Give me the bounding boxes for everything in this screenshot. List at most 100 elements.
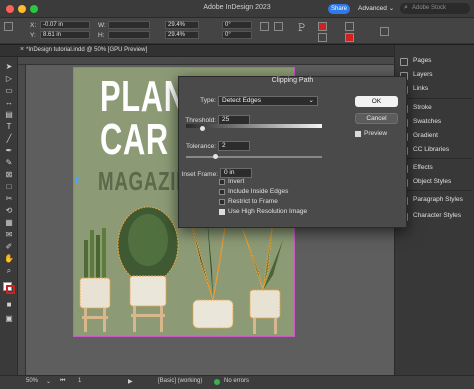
scale-x-field[interactable]: 29.4% bbox=[165, 21, 199, 29]
horizontal-ruler bbox=[18, 57, 394, 65]
align-icon[interactable] bbox=[380, 27, 389, 36]
y-label: Y: bbox=[30, 32, 36, 39]
plant-4 bbox=[242, 219, 283, 334]
panel-item-gradient[interactable]: Gradient bbox=[413, 132, 438, 139]
gap-tool-icon[interactable]: ↔ bbox=[4, 98, 14, 108]
plant-1 bbox=[79, 228, 111, 332]
preflight-status-icon bbox=[214, 379, 220, 385]
inset-frame-label: Inset Frame: bbox=[181, 171, 218, 178]
ok-button[interactable]: OK bbox=[355, 96, 398, 107]
panel-separator bbox=[396, 98, 472, 99]
type-tool-icon[interactable]: T bbox=[4, 122, 14, 132]
preflight-profile[interactable]: [Basic] (working) bbox=[158, 378, 202, 384]
x-label: X: bbox=[30, 22, 37, 29]
note-tool-icon[interactable]: ✉ bbox=[4, 230, 14, 240]
panel-separator bbox=[396, 190, 472, 191]
frame-fitting-icon[interactable] bbox=[345, 22, 354, 31]
threshold-slider-handle[interactable] bbox=[199, 126, 205, 131]
tolerance-field[interactable]: 2 bbox=[218, 141, 250, 151]
type-select[interactable]: Detect Edges ⌄ bbox=[218, 96, 318, 106]
pen-tool-icon[interactable]: ✒ bbox=[4, 146, 14, 156]
panel-item-paragraph-styles[interactable]: Paragraph Styles bbox=[413, 196, 463, 203]
panel-item-pages[interactable]: Pages bbox=[413, 57, 431, 64]
share-button[interactable]: Share bbox=[328, 4, 350, 14]
direct-selection-tool-icon[interactable]: ▷ bbox=[4, 74, 14, 84]
content-collector-icon[interactable]: ▤ bbox=[4, 110, 14, 120]
preflight-errors[interactable]: No errors bbox=[224, 378, 249, 384]
panel-item-object-styles[interactable]: Object Styles bbox=[413, 178, 451, 185]
option-checkbox[interactable] bbox=[219, 209, 225, 215]
height-field[interactable] bbox=[108, 31, 150, 39]
option-label: Include Inside Edges bbox=[228, 188, 289, 195]
first-page-icon[interactable]: ⏮ bbox=[60, 378, 65, 385]
stroke-color-icon[interactable] bbox=[345, 33, 354, 42]
page-tool-icon[interactable]: ▭ bbox=[4, 86, 14, 96]
h-label: H: bbox=[98, 32, 105, 39]
scale-y-field[interactable]: 29.4% bbox=[165, 31, 199, 39]
option-checkbox[interactable] bbox=[219, 199, 225, 205]
zoom-level[interactable]: 50% bbox=[26, 378, 38, 384]
panel-separator bbox=[396, 158, 472, 159]
headline-line-1: PLAN bbox=[100, 72, 187, 121]
headline-line-2: CAR bbox=[100, 115, 169, 164]
rectangle-frame-tool-icon[interactable]: ⊠ bbox=[4, 170, 14, 180]
type-select-value: Detect Edges bbox=[222, 97, 262, 104]
y-position-field[interactable]: 8.61 in bbox=[40, 31, 90, 39]
workspace-label: Advanced bbox=[358, 5, 387, 12]
stroke-swatch-icon[interactable] bbox=[318, 33, 327, 42]
vertical-ruler bbox=[18, 65, 26, 375]
hand-tool-icon[interactable]: ✋ bbox=[4, 254, 14, 264]
option-checkbox[interactable] bbox=[219, 189, 225, 195]
preview-checkbox[interactable] bbox=[355, 131, 361, 137]
scissors-tool-icon[interactable]: ✂ bbox=[4, 194, 14, 204]
chevron-down-icon[interactable]: ⌄ bbox=[46, 378, 51, 385]
inset-frame-field[interactable]: 0 in bbox=[220, 168, 252, 178]
chevron-down-icon: ⌄ bbox=[388, 5, 395, 12]
panel-item-character-styles[interactable]: Character Styles bbox=[413, 212, 461, 219]
w-label: W: bbox=[98, 22, 106, 29]
rectangle-tool-icon[interactable]: □ bbox=[4, 182, 14, 192]
text-frame-icon[interactable]: 𝙿 bbox=[298, 22, 306, 35]
reference-point-icon[interactable] bbox=[4, 22, 13, 31]
panel-item-cc-libraries[interactable]: CC Libraries bbox=[413, 146, 449, 153]
gradient-tool-icon[interactable]: ▦ bbox=[4, 218, 14, 228]
document-tab[interactable]: *InDesign tutorial.indd @ 50% [GPU Previ… bbox=[26, 47, 147, 53]
panel-item-swatches[interactable]: Swatches bbox=[413, 118, 441, 125]
rotate-icon[interactable] bbox=[260, 22, 269, 31]
panel-item-effects[interactable]: Effects bbox=[413, 164, 433, 171]
option-label: Use High Resolution Image bbox=[228, 208, 308, 215]
threshold-label: Threshold: bbox=[185, 117, 216, 124]
option-checkbox[interactable] bbox=[219, 179, 225, 185]
pencil-tool-icon[interactable]: ✎ bbox=[4, 158, 14, 168]
workspace-switcher[interactable]: Advanced ⌄ bbox=[358, 4, 394, 12]
search-icon: ⌕ bbox=[404, 4, 408, 11]
cancel-button[interactable]: Cancel bbox=[355, 113, 398, 124]
next-page-icon[interactable]: ▶ bbox=[128, 378, 133, 385]
free-transform-tool-icon[interactable]: ⟲ bbox=[4, 206, 14, 216]
panel-item-layers[interactable]: Layers bbox=[413, 71, 433, 78]
zoom-tool-icon[interactable]: ⌕ bbox=[4, 266, 14, 276]
type-label: Type: bbox=[200, 97, 216, 104]
view-mode-icon[interactable]: ▣ bbox=[4, 314, 14, 324]
fill-swatch-icon[interactable] bbox=[318, 22, 327, 31]
width-field[interactable] bbox=[108, 21, 150, 29]
flip-icon[interactable] bbox=[274, 22, 283, 31]
selection-tool-icon[interactable]: ➤ bbox=[4, 62, 14, 72]
line-tool-icon[interactable]: ╱ bbox=[4, 134, 14, 144]
dialog-title: Clipping Path bbox=[271, 77, 314, 84]
chevron-down-icon: ⌄ bbox=[308, 97, 314, 104]
rotation-angle-field[interactable]: 0° bbox=[222, 21, 252, 29]
x-position-field[interactable]: -0.07 in bbox=[40, 21, 90, 29]
shear-angle-field[interactable]: 0° bbox=[222, 31, 252, 39]
stroke-color-box-icon[interactable] bbox=[6, 285, 15, 294]
frame-handle[interactable] bbox=[76, 178, 80, 184]
stock-search-input[interactable]: Adobe Stock bbox=[400, 3, 470, 14]
eyedropper-tool-icon[interactable]: ✐ bbox=[4, 242, 14, 252]
panel-item-links[interactable]: Links bbox=[413, 85, 428, 92]
panel-item-stroke[interactable]: Stroke bbox=[413, 104, 432, 111]
apply-color-icon[interactable]: ■ bbox=[4, 300, 14, 310]
threshold-gradient bbox=[186, 124, 322, 128]
page-number[interactable]: 1 bbox=[78, 378, 81, 384]
pages-icon bbox=[400, 58, 408, 66]
close-tab-icon[interactable]: × bbox=[20, 46, 24, 53]
